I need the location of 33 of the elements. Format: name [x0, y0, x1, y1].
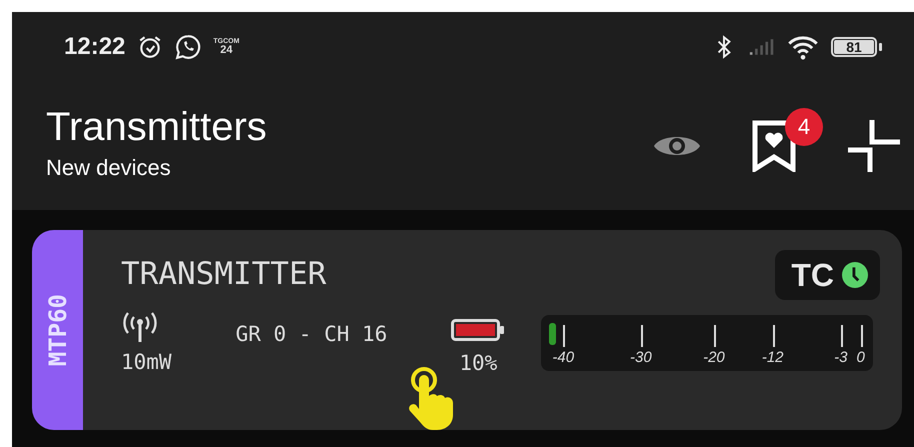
battery-percent: 10% [459, 351, 498, 375]
device-card[interactable]: MTP60 TRANSMITTER TC 10mW GR 0 - CH 16 10% -40 -30 -20 -12 -3 0 [32, 230, 902, 430]
chat-bubble-icon [175, 34, 202, 60]
scale-tick [714, 325, 716, 347]
signal-icon [749, 38, 775, 56]
wifi-icon [787, 34, 819, 60]
scale-label: -3 [834, 349, 848, 366]
scale-label: -12 [762, 349, 784, 366]
screen-title: Transmitters [46, 105, 267, 149]
power-label: 10mW [121, 350, 172, 374]
clock-time: 12:22 [64, 33, 126, 61]
antenna-icon [121, 310, 159, 342]
scale-tick [772, 325, 775, 347]
clock-icon [842, 262, 868, 288]
device-name: TRANSMITTER [121, 256, 326, 292]
notification-badge: 4 [785, 108, 823, 146]
scale-label: -20 [703, 349, 725, 366]
bookmark-heart-icon[interactable] [752, 120, 796, 172]
scale-tick [640, 325, 643, 347]
scale-tick [860, 325, 863, 347]
scale-label: -30 [630, 349, 652, 366]
timecode-badge[interactable]: TC [775, 250, 880, 300]
screen-subtitle: New devices [46, 155, 172, 181]
scale-tick [840, 325, 843, 347]
phone-battery: 81 [831, 37, 882, 57]
channel-label: GR 0 - CH 16 [236, 322, 388, 346]
battery-icon [451, 319, 506, 341]
alarm-clock-icon [137, 34, 164, 60]
collapse-icon[interactable] [846, 118, 902, 174]
scale-label: 0 [856, 349, 865, 366]
scale-label: -40 [552, 349, 574, 366]
model-label: MTP60 [44, 294, 72, 366]
scale-tick [563, 325, 566, 347]
